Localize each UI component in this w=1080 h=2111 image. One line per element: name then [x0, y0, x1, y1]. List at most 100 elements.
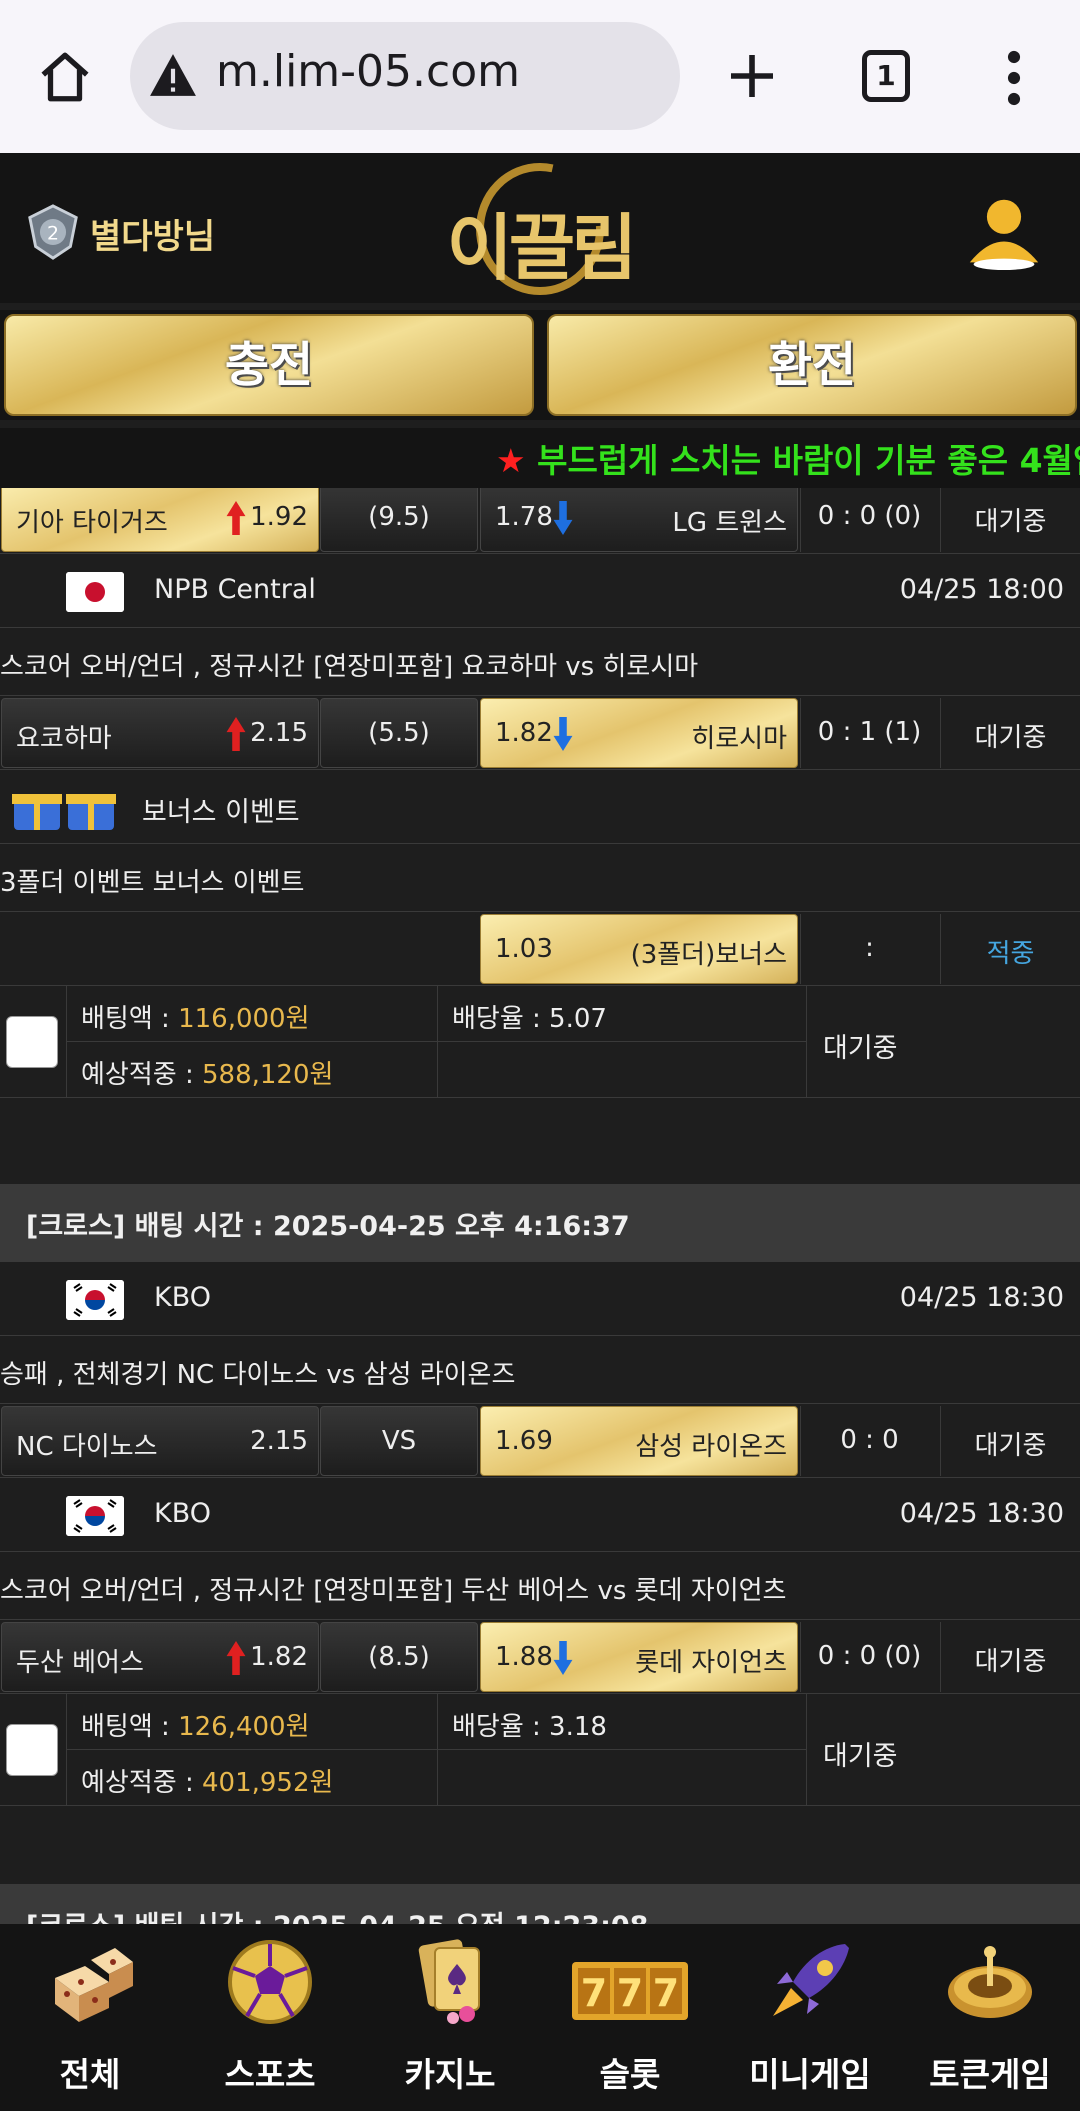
odds-row: NC 다이노스 2.15 VS 1.69 삼성 라이온즈 0 : 0 대기중 [0, 1404, 1080, 1478]
nav-sports[interactable]: 스포츠 [180, 1924, 360, 2111]
user-name[interactable]: 별다방님 [90, 209, 215, 258]
tab-switcher-button[interactable]: 1 [862, 50, 910, 102]
site-header: 2 별다방님 이끌림 [0, 153, 1080, 303]
logo-text: 이끌림 [446, 206, 638, 290]
odds-rate: 배당율 : 5.07 [452, 1004, 607, 1034]
new-tab-icon[interactable] [724, 48, 780, 104]
nav-label: 스포츠 [224, 2055, 316, 2094]
select-checkbox[interactable] [6, 1724, 58, 1776]
line-cell[interactable]: (9.5) [320, 488, 478, 552]
url-text: m.lim-05.com [216, 46, 520, 97]
star-icon: ★ [496, 441, 526, 480]
away-odds: 1.69 [495, 1426, 553, 1456]
soccer-ball-icon [228, 1940, 312, 2024]
score-value: 0 : 0 (0) [817, 501, 922, 531]
away-team-cell[interactable]: 1.78 LG 트윈스 [480, 488, 798, 552]
league-name: KBO [154, 1282, 212, 1313]
line-cell[interactable]: (5.5) [320, 698, 478, 768]
home-team-cell[interactable]: 기아 타이거즈 1.92 [1, 488, 319, 552]
away-odds: 1.88 [495, 1642, 553, 1672]
site-logo[interactable]: 이끌림 [440, 159, 640, 299]
svg-text:7: 7 [617, 1971, 643, 2015]
notice-marquee: ★ 부드럽게 스치는 바람이 기분 좋은 4월입니 [0, 428, 1080, 488]
svg-text:7: 7 [653, 1971, 679, 2015]
empty-cell [437, 1042, 807, 1098]
charge-button[interactable]: 충전 [4, 314, 534, 416]
bet-time: [크로스] 배팅 시간 : 2025-04-25 오전 12:23:08 [26, 1904, 648, 1924]
home-odds: 2.15 [250, 1426, 308, 1456]
gift-icon [12, 794, 116, 830]
nav-label: 전체 [59, 2055, 121, 2094]
nav-token-game[interactable]: 토큰게임 [900, 1924, 1080, 2111]
home-team-cell[interactable]: NC 다이노스 2.15 [1, 1406, 319, 1476]
warning-icon[interactable] [148, 52, 198, 98]
bet-amount-label: 배팅액 : [81, 1004, 179, 1034]
nav-label: 카지노 [404, 2055, 496, 2094]
away-team-cell[interactable]: 1.82 히로시마 [480, 698, 798, 768]
odds-row: 두산 베어스 1.82 (8.5) 1.88 롯데 자이언츠 0 : 0 (0)… [0, 1620, 1080, 1694]
summary-line: 배팅액 : 116,000원 배당율 : 5.07 [67, 986, 807, 1042]
empty-cell [437, 1750, 807, 1806]
status-value: 대기중 [823, 1033, 898, 1064]
odds-rate: 배당율 : 3.18 [452, 1712, 607, 1742]
line-cell[interactable]: VS [320, 1406, 478, 1476]
arrow-up-icon [226, 501, 246, 535]
select-checkbox[interactable] [6, 1016, 58, 1068]
bet-amount-label: 배팅액 : [81, 1712, 179, 1742]
line-cell[interactable]: (8.5) [320, 1622, 478, 1692]
away-team: LG 트윈스 [672, 508, 787, 538]
nav-minigame[interactable]: 미니게임 [720, 1924, 900, 2111]
bet-history-list[interactable]: 기아 타이거즈 1.92 (9.5) 1.78 LG 트윈스 0 : 0 (0)… [0, 488, 1080, 1924]
home-team: 두산 베어스 [16, 1648, 144, 1678]
arrow-down-icon [553, 501, 573, 535]
more-menu-icon[interactable] [1002, 50, 1026, 106]
odds-row: 기아 타이거즈 1.92 (9.5) 1.78 LG 트윈스 0 : 0 (0)… [0, 488, 1080, 554]
market-row: 스코어 오버/언더 , 정규시간 [연장미포함] 요코하마 vs 히로시마 [0, 628, 1080, 696]
expected-win: 예상적중 : 401,952원 [81, 1762, 333, 1799]
svg-text:2: 2 [47, 223, 59, 244]
market-row: 스코어 오버/언더 , 정규시간 [연장미포함] 두산 베어스 vs 롯데 자이… [0, 1552, 1080, 1620]
line-value: (8.5) [368, 1642, 430, 1672]
home-team: 요코하마 [16, 724, 112, 754]
status-cell: 대기중 [940, 488, 1080, 552]
score-cell: 0 : 1 (1) [800, 698, 938, 768]
league-name: KBO [154, 1498, 212, 1529]
home-team: NC 다이노스 [16, 1432, 158, 1462]
summary-line: 배팅액 : 126,400원 배당율 : 3.18 [67, 1694, 807, 1750]
summary-grid: 배팅액 : 116,000원 배당율 : 5.07 예상적중 : 588,120… [66, 986, 807, 1098]
nav-slot[interactable]: 7 7 7 슬롯 [540, 1924, 720, 2111]
nav-all[interactable]: 전체 [0, 1924, 180, 2111]
roulette-icon [948, 1946, 1032, 2018]
home-team-cell[interactable]: 요코하마 2.15 [1, 698, 319, 768]
rocket-icon [773, 1944, 849, 2016]
market-row: 승패 , 전체경기 NC 다이노스 vs 삼성 라이온즈 [0, 1336, 1080, 1404]
korea-flag-icon [66, 1280, 124, 1320]
score-cell: 0 : 0 [800, 1406, 938, 1476]
page: m.lim-05.com 1 2 별다방님 이끌림 충전 환전 ★ 부드럽게 스… [0, 0, 1080, 2111]
score-cell: : [800, 914, 938, 984]
home-odds: 1.82 [250, 1642, 308, 1672]
browser-toolbar: m.lim-05.com 1 [0, 0, 1080, 153]
summary-grid: 배팅액 : 126,400원 배당율 : 3.18 예상적중 : 401,952… [66, 1694, 807, 1806]
odds-row: 1.03 (3폴더)보너스 : 적중 [0, 912, 1080, 986]
status-cell: 대기중 [940, 698, 1080, 768]
home-icon[interactable] [36, 48, 94, 106]
rate-cell: 배당율 : 5.07 [437, 986, 807, 1042]
line-value: (9.5) [368, 502, 430, 532]
home-team-cell[interactable]: 두산 베어스 1.82 [1, 1622, 319, 1692]
away-odds: 1.78 [495, 502, 553, 532]
nav-label: 슬롯 [599, 2055, 661, 2094]
market-text: 스코어 오버/언더 , 정규시간 [연장미포함] 두산 베어스 vs 롯데 자이… [0, 1576, 787, 1606]
away-team-cell[interactable]: 1.69 삼성 라이온즈 [480, 1406, 798, 1476]
score-cell: 0 : 0 (0) [800, 1622, 938, 1692]
nav-casino[interactable]: 카지노 [360, 1924, 540, 2111]
bonus-cell[interactable]: 1.03 (3폴더)보너스 [480, 914, 798, 984]
away-team-cell[interactable]: 1.88 롯데 자이언츠 [480, 1622, 798, 1692]
profile-icon[interactable] [966, 193, 1042, 271]
bottom-nav: 전체 스포츠 카지노 7 7 7 슬롯 미니게임 토큰게임 [0, 1924, 1080, 2111]
summary-status: 대기중 [806, 986, 1080, 1098]
action-buttons: 충전 환전 [0, 310, 1080, 420]
away-odds: 1.82 [495, 718, 553, 748]
exchange-button[interactable]: 환전 [547, 314, 1077, 416]
league-row: KBO 04/25 18:30 [0, 1478, 1080, 1552]
